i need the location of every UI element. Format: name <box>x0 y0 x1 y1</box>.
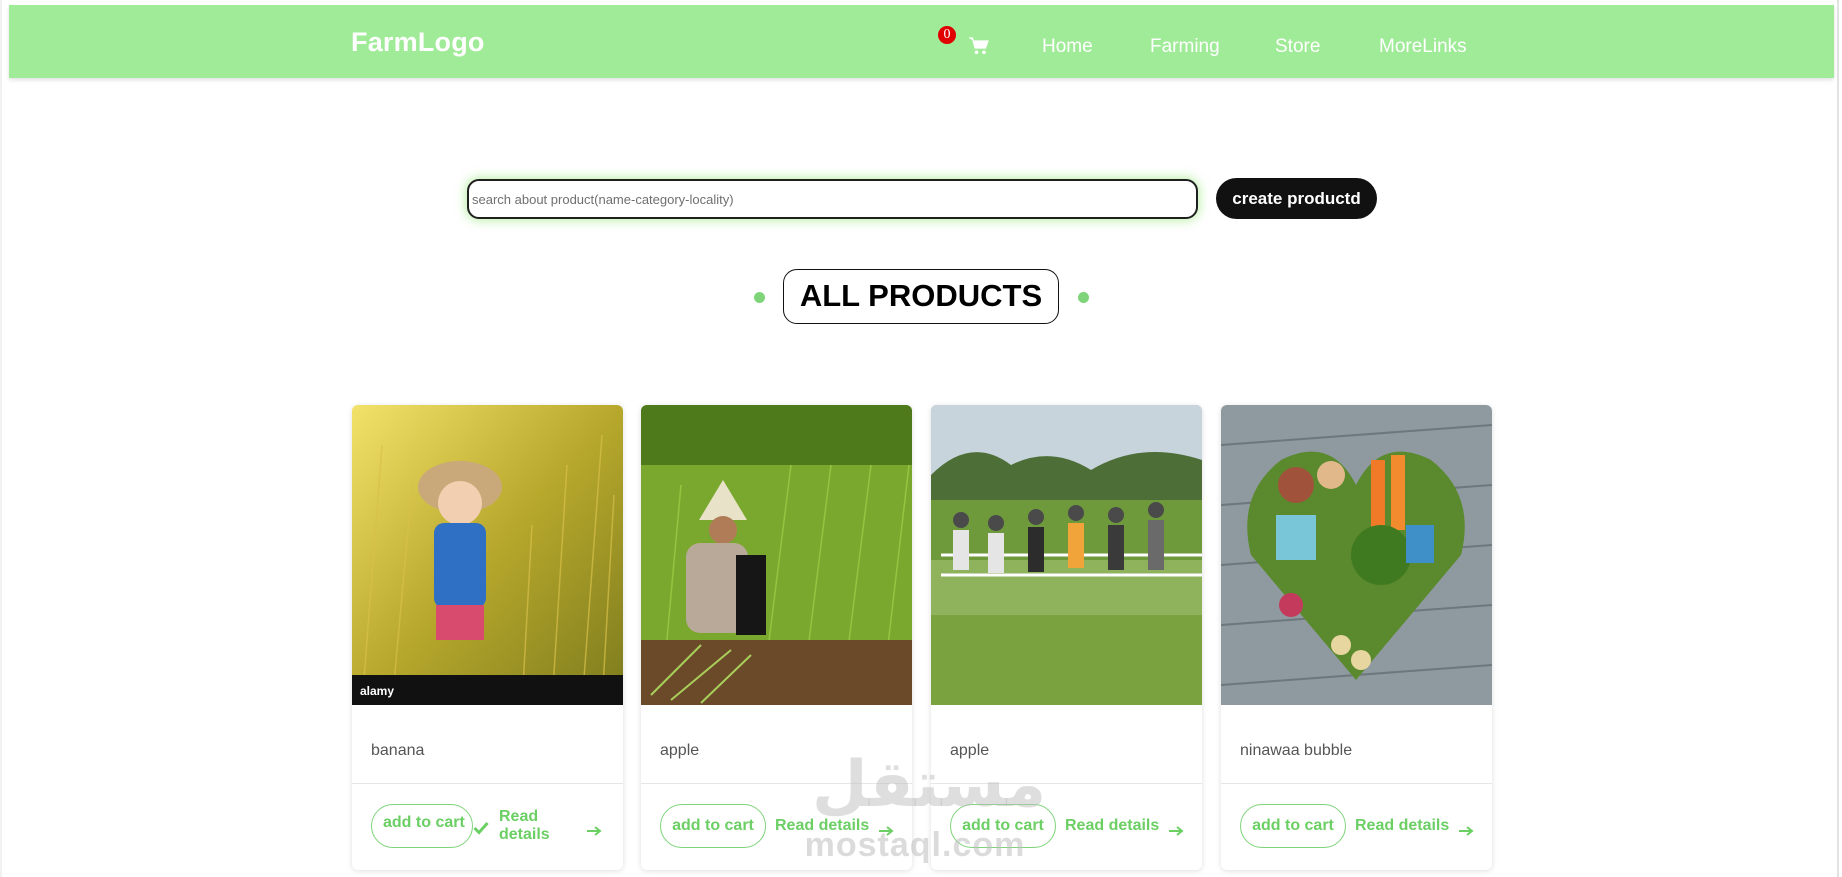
page-frame <box>0 0 1839 877</box>
card-divider <box>931 783 1202 784</box>
create-product-button[interactable]: create productd <box>1216 178 1377 219</box>
product-name: apple <box>660 742 700 759</box>
svg-text:alamy: alamy <box>360 684 394 698</box>
product-card: ninawaa bubble add to cart Read details <box>1221 405 1492 870</box>
product-name: ninawaa bubble <box>1240 742 1353 759</box>
product-name: apple <box>950 742 990 759</box>
nav-link-morelinks[interactable]: MoreLinks <box>1379 36 1467 58</box>
product-name: banana <box>371 742 425 759</box>
product-card: apple add to cart Read details <box>641 405 912 870</box>
product-image <box>1221 405 1492 705</box>
arrow-right-icon[interactable] <box>587 826 602 836</box>
shopping-cart-icon[interactable] <box>969 37 989 55</box>
add-to-cart-button[interactable]: add to cart <box>371 804 473 848</box>
card-divider <box>1221 783 1492 784</box>
cart-button[interactable]: 0 <box>938 23 989 63</box>
arrow-right-icon[interactable] <box>879 826 894 836</box>
add-to-cart-button[interactable]: add to cart <box>1240 804 1346 848</box>
check-icon <box>473 821 489 835</box>
navbar: FarmLogo 0 Home Farming Store MoreLinks <box>9 5 1834 78</box>
read-details-link[interactable]: Read details <box>775 817 869 835</box>
title-dot-right <box>1078 292 1089 303</box>
product-card: alamy banana add to cart Read details <box>352 405 623 870</box>
search-input[interactable] <box>467 179 1198 219</box>
nav-link-store[interactable]: Store <box>1275 36 1320 58</box>
read-details-link[interactable]: Read details <box>499 808 569 844</box>
product-image <box>641 405 912 705</box>
read-details-link[interactable]: Read details <box>1355 817 1449 835</box>
product-card: apple add to cart Read details <box>931 405 1202 870</box>
add-to-cart-button[interactable]: add to cart <box>950 804 1056 848</box>
add-to-cart-button[interactable]: add to cart <box>660 804 766 848</box>
product-image <box>931 405 1202 705</box>
section-title: ALL PRODUCTS <box>783 269 1059 324</box>
cart-count-badge: 0 <box>938 26 956 44</box>
nav-link-farming[interactable]: Farming <box>1150 36 1220 58</box>
product-image: alamy <box>352 405 623 705</box>
read-details-link[interactable]: Read details <box>1065 817 1159 835</box>
nav-link-home[interactable]: Home <box>1042 36 1093 58</box>
logo[interactable]: FarmLogo <box>351 27 485 58</box>
title-dot-left <box>754 292 765 303</box>
arrow-right-icon[interactable] <box>1459 826 1474 836</box>
card-divider <box>352 783 623 784</box>
arrow-right-icon[interactable] <box>1169 826 1184 836</box>
card-divider <box>641 783 912 784</box>
